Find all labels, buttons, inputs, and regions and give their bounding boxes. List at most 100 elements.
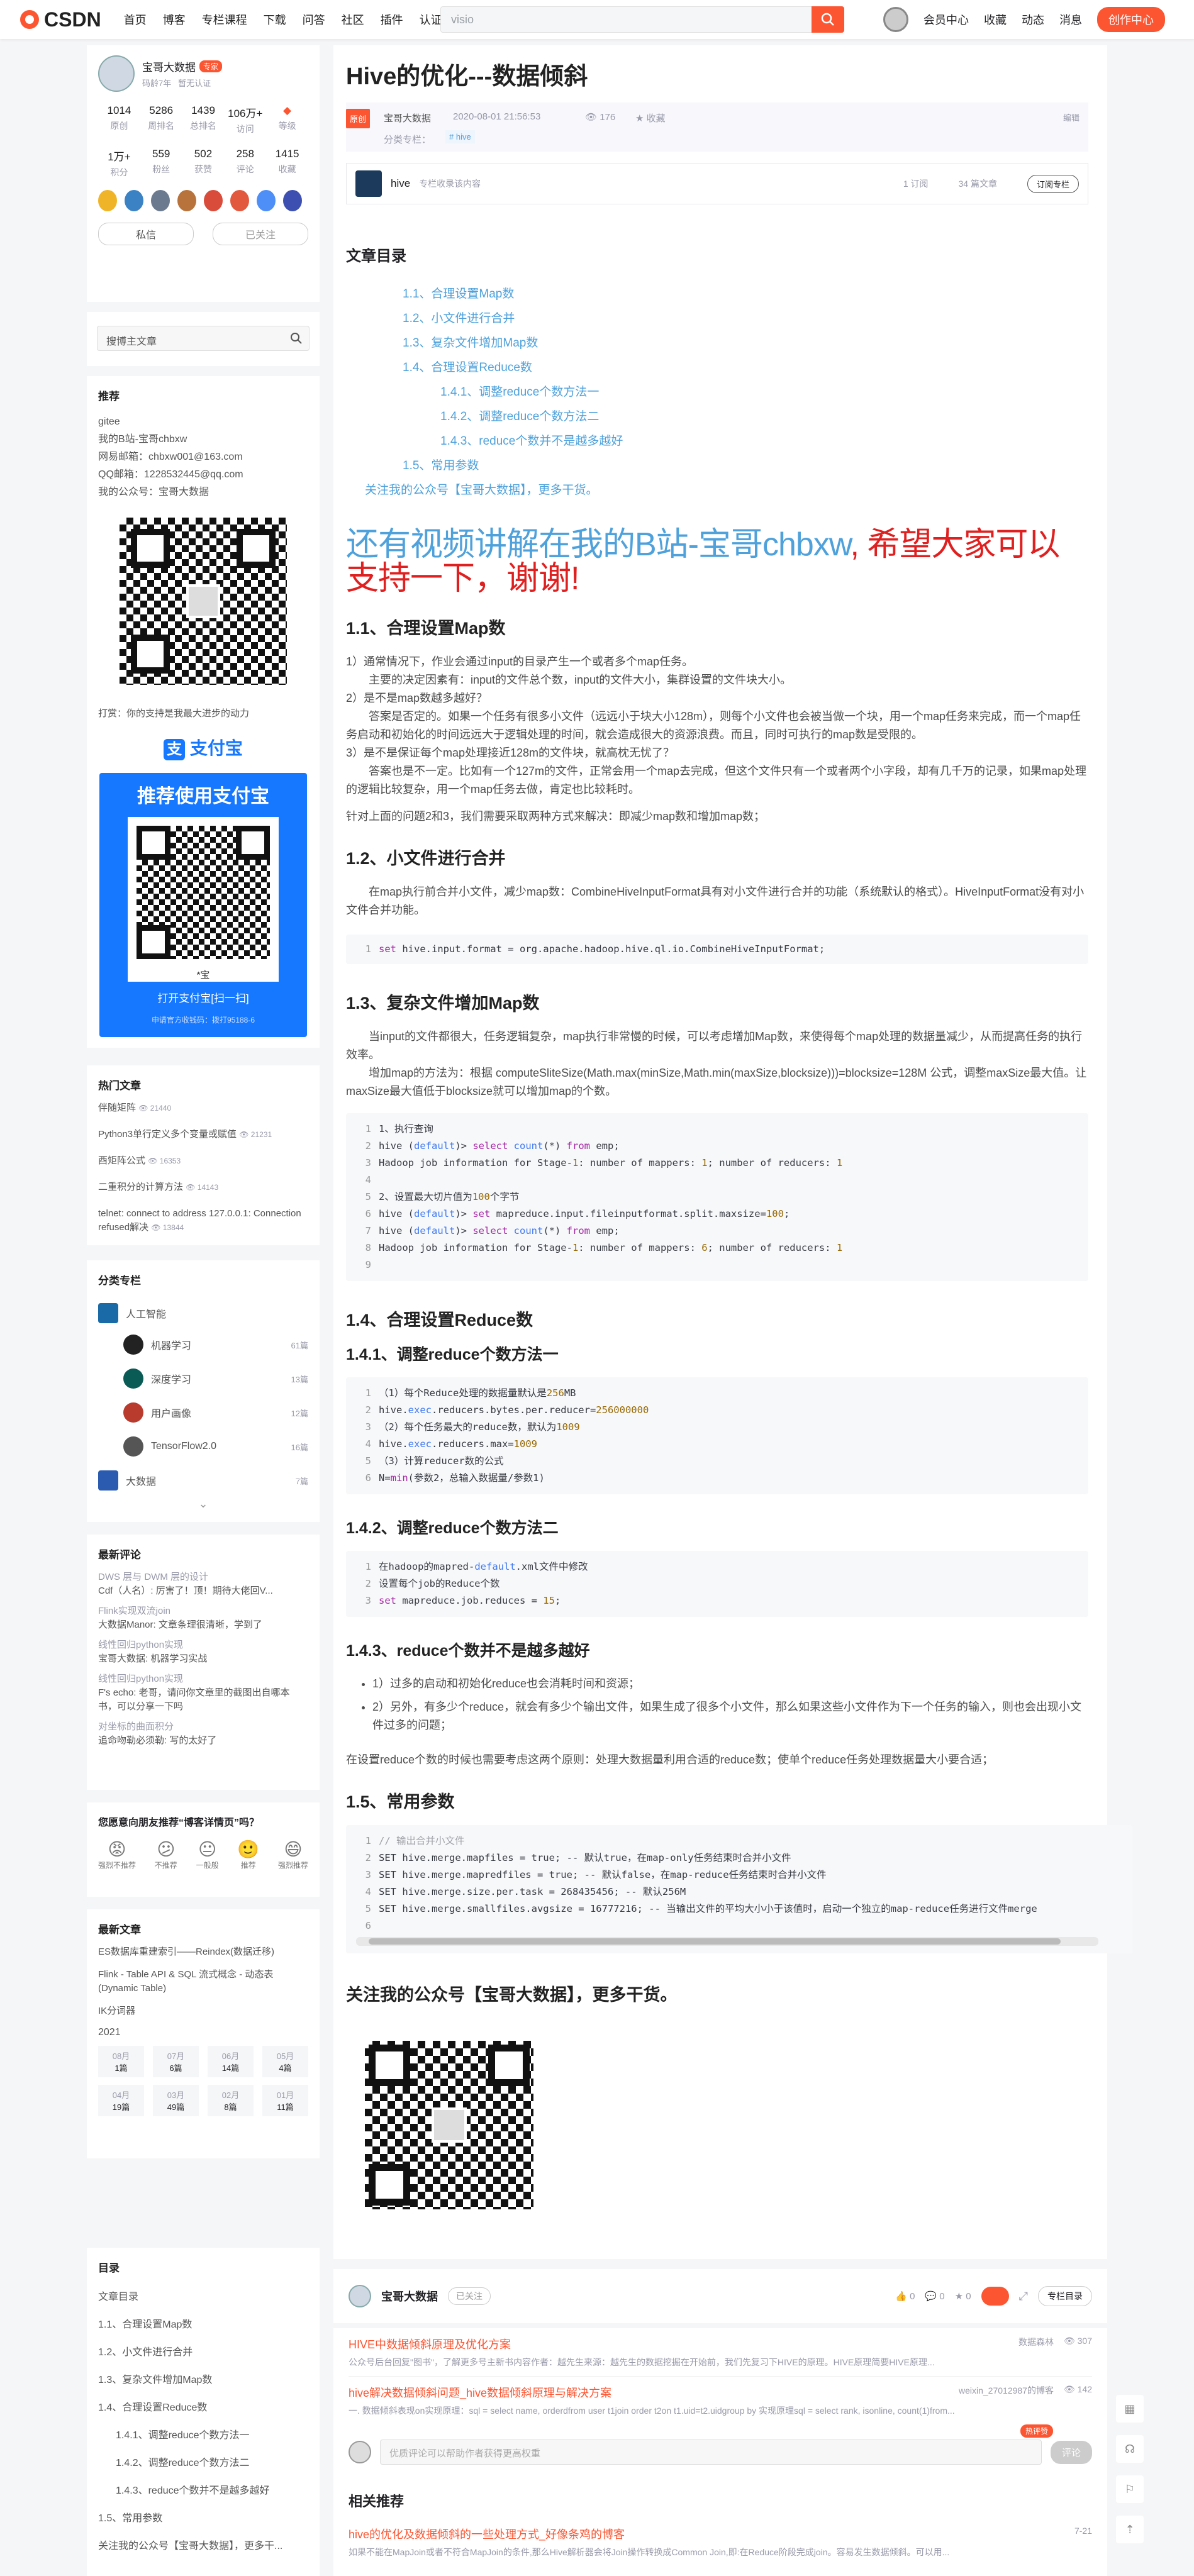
code-scrollbar[interactable] [356,1937,1098,1946]
author-avatar[interactable] [349,2285,371,2307]
hot-item[interactable]: 酉矩阵公式 👁 16353 [98,1154,308,1168]
followed-button[interactable]: 已关注 [213,223,308,245]
share-icon[interactable]: ⤢ [1019,2290,1028,2303]
nav-item[interactable]: 问答 [303,11,325,28]
side-toc-item[interactable]: 关注我的公众号【宝哥大数据】，更多干... [98,2533,308,2560]
toolbar-followed[interactable]: 已关注 [448,2287,491,2305]
hot-item[interactable]: 二重积分的计算方法 👁 14143 [98,1180,308,1194]
badge-icon[interactable] [151,190,170,211]
badge-icon[interactable] [177,190,196,211]
latest-item[interactable]: ES数据库重建索引——Reindex(数据迁移) [98,1945,308,1959]
archive-month[interactable]: 05月 4篇 [262,2046,308,2077]
toc-link[interactable]: 1.1、合理设置Map数 [403,287,514,301]
archive-month[interactable]: 03月 49篇 [153,2085,199,2116]
nav-item[interactable]: 博客 [163,11,186,28]
toc-link[interactable]: 1.4.3、reduce个数并不是越多越好 [440,435,623,448]
category-item[interactable]: 深度学习 13篇 [98,1362,308,1396]
comment-button[interactable]: 💬 0 [925,2290,944,2302]
archive-month[interactable]: 02月 8篇 [208,2085,254,2116]
nav-vip[interactable]: 会员中心 [923,11,969,28]
profile-avatar[interactable] [98,55,135,92]
latest-item[interactable]: Flink - Table API & SQL 流式概念 - 动态表 (Dyna… [98,1968,308,1996]
toc-link[interactable]: 1.2、小文件进行合并 [403,312,515,325]
comment-item[interactable]: 线性回归python实现 F's echo: 老哥，请问你文章里的截图出自哪本书，… [98,1672,308,1714]
hot-item[interactable]: telnet: connect to address 127.0.0.1: Co… [98,1207,308,1235]
subscribe-column-button[interactable]: 订阅专栏 [1027,174,1079,193]
survey-option[interactable]: 😄 强烈推荐 [278,1839,308,1870]
badge-icon[interactable] [257,190,276,211]
private-message-button[interactable]: 私信 [98,223,194,245]
related-item[interactable]: hive的优化及数据倾斜的一些处理方式_好像条鸡的博客 7-21 如果不能在Map… [349,2526,1092,2558]
latest-item[interactable]: IK分词器 [98,2004,308,2018]
category-item[interactable]: 机器学习 61篇 [98,1328,308,1362]
side-toc-item[interactable]: 1.4.2、调整reduce个数方法二 [98,2450,308,2477]
toc-link[interactable]: 1.3、复杂文件增加Map数 [403,336,538,350]
comment-submit-button[interactable]: 评论 [1050,2440,1092,2464]
side-toc-item[interactable]: 1.2、小文件进行合并 [98,2339,308,2367]
archive-month[interactable]: 06月 14篇 [208,2046,254,2077]
search-icon[interactable] [290,332,303,345]
side-toc-item[interactable]: 1.5、常用参数 [98,2505,308,2533]
side-toc-item[interactable]: 1.4.3、reduce个数并不是越多越好 [98,2477,308,2505]
badge-icon[interactable] [125,190,143,211]
archive-month[interactable]: 04月 19篇 [98,2085,144,2116]
badge-icon[interactable] [98,190,117,211]
search-button[interactable] [812,6,844,33]
badge-icon[interactable] [283,190,302,211]
rec-item[interactable]: HIVE中数据倾斜原理及优化方案 数据森林 👁 307 公众号后台回复"图书"，了解… [349,2328,1092,2377]
category-item[interactable]: 人工智能 [98,1299,308,1328]
rec-item[interactable]: hive解决数据倾斜问题_hive数据倾斜原理与解决方案 weixin_27012… [349,2377,1092,2424]
comment-item[interactable]: 对坐标的曲面积分 追命吻勒必须勒: 写的太好了 [98,1720,308,1748]
nav-item[interactable]: 下载 [264,11,286,28]
star-button[interactable]: ★ 0 [955,2290,971,2302]
code-block[interactable]: 1// 输出合并小文件 2 SET hive.merge.mapfiles = t… [346,1825,1132,1953]
comment-item[interactable]: 线性回归python实现 宝哥大数据: 机器学习实战 [98,1638,308,1666]
nav-fav[interactable]: 收藏 [984,11,1007,28]
comment-item[interactable]: Flink实现双流join 大数据Manor: 文章条理很清晰，学到了 [98,1604,308,1632]
user-avatar[interactable] [883,7,908,32]
category-item[interactable]: 用户画像 12篇 [98,1396,308,1430]
hot-item[interactable]: 伴随矩阵 👁 21440 [98,1101,308,1115]
comment-input[interactable]: 优质评论可以帮助作者获得更高权重 [380,2440,1042,2465]
column-name[interactable]: hive [391,177,410,190]
nav-item[interactable]: 社区 [342,11,364,28]
nav-messages[interactable]: 消息 [1059,11,1082,28]
csdn-logo[interactable]: CSDN [19,8,101,31]
toc-link[interactable]: 关注我的公众号【宝哥大数据】，更多干货。 [365,484,598,497]
side-toc-item[interactable]: 1.4.1、调整reduce个数方法一 [98,2422,308,2450]
blog-search-input[interactable]: 搜博主文章 [97,326,310,351]
chevron-down-icon[interactable]: ⌄ [98,1497,308,1511]
archive-month[interactable]: 01月 11篇 [262,2085,308,2116]
toc-link[interactable]: 1.5、常用参数 [403,459,479,472]
article-author[interactable]: 宝哥大数据 [384,111,431,125]
nav-item[interactable]: 插件 [381,11,403,28]
survey-option[interactable]: 🙂 推荐 [237,1839,259,1870]
badge-icon[interactable] [230,190,249,211]
nav-item[interactable]: 专栏课程 [202,11,247,28]
code-block[interactable]: 1 在hadoop的mapred-default.xml文件中修改 2 设置每个jo… [346,1551,1088,1617]
toc-link[interactable]: 1.4.2、调整reduce个数方法二 [440,410,599,423]
back-to-top-icon[interactable]: ⇡ [1116,2516,1144,2543]
survey-option[interactable]: 😡 强烈不推荐 [98,1839,136,1870]
category-item[interactable]: TensorFlow2.0 16篇 [98,1430,308,1463]
headset-icon[interactable]: ☊ [1116,2435,1144,2463]
survey-option[interactable]: 😐 一般般 [196,1839,219,1870]
like-button[interactable]: 👍 0 [895,2290,915,2302]
archive-month[interactable]: 07月 6篇 [153,2046,199,2077]
toolbar-author[interactable]: 宝哥大数据 [381,2288,438,2304]
report-icon[interactable]: ⚐ [1116,2475,1144,2503]
profile-name[interactable]: 宝哥大数据 [142,58,196,74]
chart-icon[interactable]: ▦ [1116,2395,1144,2423]
column-toc-button[interactable]: 专栏目录 [1038,2286,1092,2306]
favorite-button[interactable]: ★ 收藏 [635,111,666,125]
side-toc-item[interactable]: 文章目录 [98,2284,308,2311]
comment-item[interactable]: DWS 层与 DWM 层的设计 Cdf（人名）: 厉害了！顶！期待大佬回V... [98,1570,308,1598]
edit-link[interactable]: 编辑 [1063,111,1080,123]
code-block[interactable]: 1 （1）每个Reduce处理的数据量默认是256MB 2 hive.exec.re… [346,1377,1088,1494]
category-tag[interactable]: # hive [445,130,475,143]
nav-item[interactable]: 认证 [420,11,442,28]
hot-item[interactable]: Python3单行定义多个变量或赋值 👁 21231 [98,1128,308,1141]
side-toc-item[interactable]: 1.1、合理设置Map数 [98,2311,308,2339]
archive-month[interactable]: 08月 1篇 [98,2046,144,2077]
toc-link[interactable]: 1.4、合理设置Reduce数 [403,361,532,374]
